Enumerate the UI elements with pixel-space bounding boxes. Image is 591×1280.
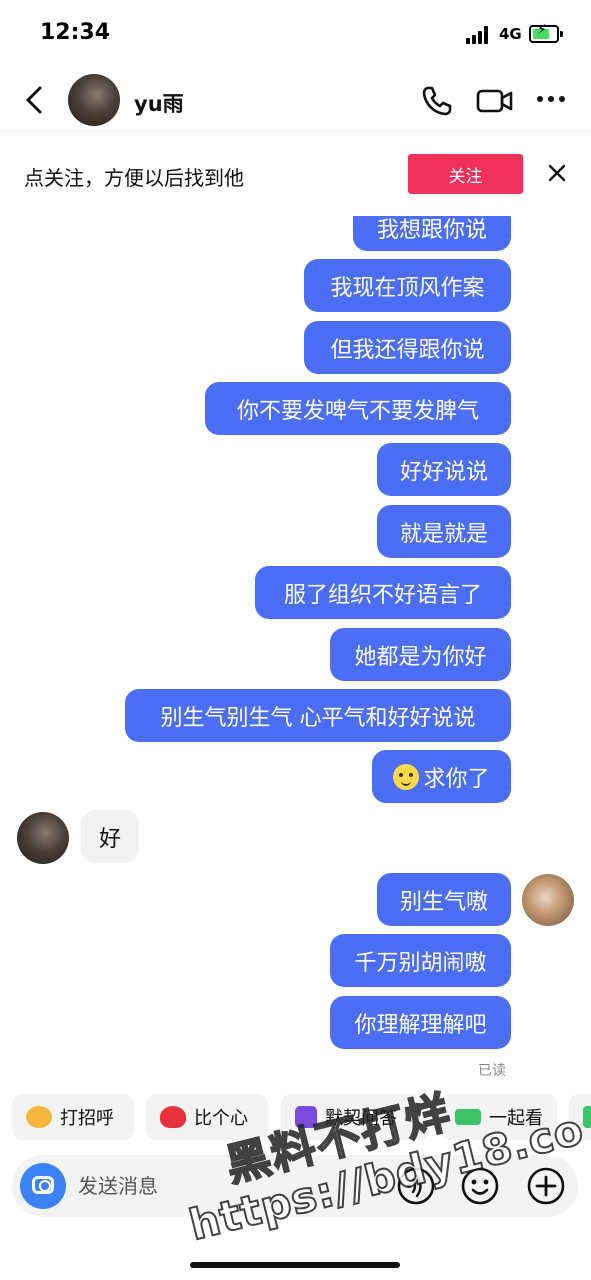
voice-icon[interactable] xyxy=(396,1166,436,1206)
quick-reply-quiz[interactable]: 默契问答 xyxy=(281,1094,429,1140)
close-icon[interactable] xyxy=(546,162,568,184)
message-bubble-sent[interactable]: 求你了 xyxy=(372,750,511,803)
wave-emoji-icon xyxy=(26,1106,52,1128)
message-bubble-sent[interactable]: 但我还得跟你说 xyxy=(304,321,511,374)
back-arrow-icon[interactable] xyxy=(22,84,46,116)
heart-emoji-icon xyxy=(160,1106,186,1128)
emoji-icon[interactable] xyxy=(460,1166,500,1206)
quick-reply-greet[interactable]: 打招呼 xyxy=(12,1094,134,1140)
home-indicator[interactable] xyxy=(190,1262,400,1268)
message-bubble-sent[interactable]: 服了组织不好语言了 xyxy=(255,566,511,619)
quick-reply-heart[interactable]: 比个心 xyxy=(146,1094,268,1140)
contact-name[interactable]: yu雨 xyxy=(134,88,184,118)
message-input[interactable] xyxy=(78,1171,378,1201)
contact-avatar[interactable] xyxy=(68,74,120,126)
plus-icon[interactable] xyxy=(526,1166,566,1206)
signal-icon xyxy=(466,26,492,44)
message-bubble-received[interactable]: 好 xyxy=(81,810,139,863)
status-time: 12:34 xyxy=(40,20,111,45)
more-chip-icon xyxy=(583,1106,591,1128)
message-bubble-sent[interactable]: 我现在顶风作案 xyxy=(304,259,511,312)
message-bubble-sent[interactable]: 好好说说 xyxy=(377,443,511,496)
camera-icon[interactable] xyxy=(20,1163,66,1209)
chip-label: 比个心 xyxy=(194,1108,248,1129)
follow-button[interactable]: 关注 xyxy=(408,154,523,194)
contact-message-avatar[interactable] xyxy=(17,812,69,864)
message-input-bar xyxy=(12,1155,578,1217)
message-bubble-sent[interactable]: 你不要发啤气不要发脾气 xyxy=(205,382,511,435)
message-bubble-sent[interactable]: 你理解理解吧 xyxy=(330,996,511,1049)
message-bubble-sent[interactable]: 她都是为你好 xyxy=(330,628,511,681)
my-avatar[interactable] xyxy=(522,874,574,926)
follow-prompt-text: 点关注，方便以后找到他 xyxy=(24,166,244,190)
message-bubble-sent[interactable]: 千万别胡闹嗷 xyxy=(330,934,511,987)
message-text: 求你了 xyxy=(423,766,490,792)
quick-reply-more[interactable] xyxy=(569,1094,591,1140)
charging-bolt-icon: ⚡ xyxy=(537,22,547,38)
chat-header: yu雨 xyxy=(0,70,591,132)
message-bubble-sent[interactable]: 别生气别生气 心平气和好好说说 xyxy=(125,689,511,742)
network-label: 4G xyxy=(499,25,522,43)
video-call-icon[interactable] xyxy=(476,86,514,116)
quick-reply-bar: 打招呼 比个心 默契问答 一起看 xyxy=(0,1094,591,1140)
phone-call-icon[interactable] xyxy=(420,84,454,118)
chip-label: 打招呼 xyxy=(60,1108,114,1129)
more-options-icon[interactable] xyxy=(536,92,566,106)
status-bar: 12:34 4G ⚡ xyxy=(0,0,591,70)
message-bubble-sent[interactable]: 就是就是 xyxy=(377,505,511,558)
chip-label: 一起看 xyxy=(489,1108,543,1129)
battery-tip xyxy=(560,31,563,37)
chip-label: 默契问答 xyxy=(325,1108,397,1129)
follow-banner: 点关注，方便以后找到他 关注 xyxy=(0,132,591,216)
smile-emoji-icon xyxy=(393,763,420,790)
read-receipt: 已读 xyxy=(478,1063,506,1079)
sofa-icon xyxy=(455,1109,481,1125)
message-bubble-sent[interactable]: 别生气嗷 xyxy=(377,873,511,926)
quick-reply-watch[interactable]: 一起看 xyxy=(441,1094,557,1140)
quiz-icon xyxy=(295,1106,317,1128)
